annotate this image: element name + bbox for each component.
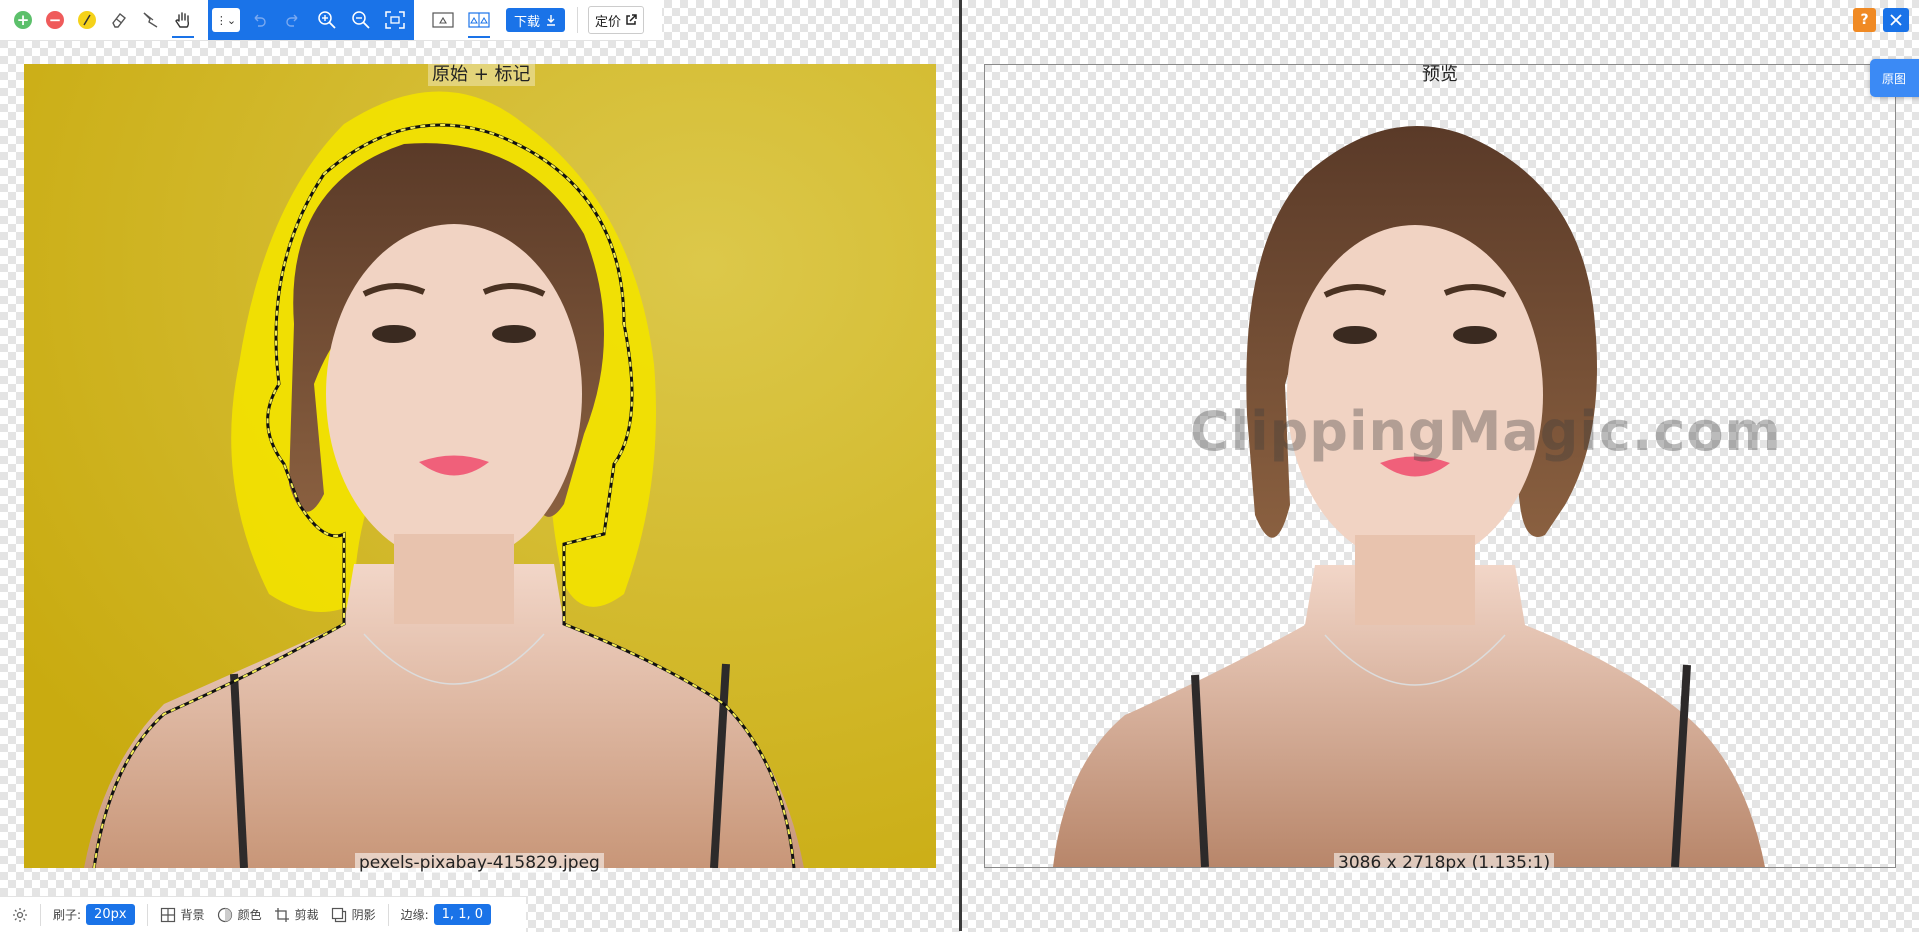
shadow-button[interactable]: 阴影 [331,906,376,923]
bottom-divider [40,903,41,926]
zoom-out-icon [352,11,370,29]
brush-size-value[interactable]: 20px [86,904,135,925]
panel-divider[interactable] [959,0,962,931]
image-dimensions: 3086 x 2718px (1.135:1) [1334,853,1555,873]
main-toolbar: + − ⋮⌄ 下载 定价 [0,0,662,41]
edges-label: 边缘: [400,908,429,922]
show-original-tab[interactable]: 原图 [1870,59,1919,97]
external-link-icon [626,14,637,25]
original-tab-label: 原图 [1882,71,1907,86]
remove-background-button[interactable]: − [40,5,70,35]
background-grid-icon [160,907,175,922]
bottom-settings-bar: 刷子: 20px 背景 颜色 剪裁 阴影 边缘: 1, 1, 0 [0,896,526,932]
background-button[interactable]: 背景 [160,906,205,923]
hand-pan-icon [175,12,190,28]
more-options-icon: ⋮⌄ [215,13,237,27]
settings-button[interactable] [12,907,28,923]
eraser-button[interactable] [104,5,134,35]
scalpel-icon [143,12,158,28]
color-label: 颜色 [237,908,262,922]
original-image-canvas[interactable] [24,64,936,868]
single-view-button[interactable] [428,5,458,35]
shadow-label: 阴影 [351,908,376,922]
preview-canvas[interactable] [984,64,1896,868]
remove-background-icon: − [46,11,64,29]
close-button[interactable] [1883,8,1909,32]
toolbar-divider [577,7,579,33]
add-foreground-button[interactable]: + [8,5,38,35]
brush-size-control[interactable]: 刷子: 20px [53,904,135,925]
bottom-divider [146,903,148,926]
help-icon: ? [1860,12,1869,28]
gear-icon [13,907,27,922]
single-view-icon [432,12,454,28]
pricing-button[interactable]: 定价 [588,6,645,34]
redo-button[interactable] [278,5,308,35]
undo-icon [254,14,266,27]
fit-view-icon [385,11,405,29]
bottom-divider [387,903,389,926]
more-menu-button[interactable]: ⋮⌄ [212,8,240,32]
edit-tools-group: ⋮⌄ [208,0,414,40]
fit-view-button[interactable] [380,5,410,35]
original-photo [24,64,936,868]
scalpel-button[interactable] [136,5,166,35]
help-button[interactable]: ? [1853,8,1876,32]
eraser-icon [112,13,126,28]
edges-control[interactable]: 边缘: 1, 1, 0 [401,904,491,925]
download-icon [547,15,556,26]
redo-icon [286,14,298,27]
left-panel-caption: 原始 + 标记 [428,60,535,86]
watermark-text: ClippingMagic.com [1190,400,1782,463]
zoom-in-button[interactable] [312,5,342,35]
undo-button[interactable] [244,5,274,35]
close-icon [1890,14,1902,26]
brush-label: 刷子: [53,908,82,922]
hair-brush-button[interactable] [72,5,102,35]
crop-icon [274,907,289,922]
right-panel-caption: 预览 [1422,64,1458,85]
hair-brush-icon [78,11,96,29]
pricing-label: 定价 [595,14,622,30]
dual-view-icon [468,12,490,28]
color-button[interactable]: 颜色 [217,906,262,923]
add-foreground-icon: + [14,11,32,29]
shadow-icon [331,907,346,922]
preview-photo [1053,126,1765,867]
background-label: 背景 [180,908,205,922]
hand-pan-button[interactable] [168,5,198,38]
left-panel-filename: pexels-pixabay-415829.jpeg [355,853,604,873]
download-label: 下载 [514,14,541,30]
crop-button[interactable]: 剪裁 [274,906,319,923]
zoom-in-icon [318,11,336,29]
edges-value[interactable]: 1, 1, 0 [433,904,491,925]
download-button[interactable]: 下载 [506,8,566,32]
dual-view-button[interactable] [464,5,494,38]
color-contrast-icon [217,907,232,922]
crop-label: 剪裁 [294,908,319,922]
zoom-out-button[interactable] [346,5,376,35]
